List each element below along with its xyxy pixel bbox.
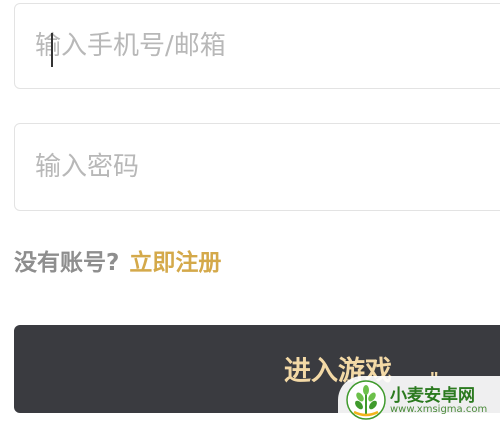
password-field[interactable] bbox=[14, 123, 500, 211]
site-watermark: 小麦安卓网 www.xmsigma.com bbox=[338, 376, 500, 424]
text-caret bbox=[51, 33, 53, 67]
wheat-logo-icon bbox=[346, 380, 386, 420]
watermark-title: 小麦安卓网 bbox=[390, 386, 475, 406]
signup-row: 没有账号? 立即注册 bbox=[14, 240, 221, 280]
password-input[interactable] bbox=[35, 124, 475, 210]
phone-email-input[interactable] bbox=[35, 4, 475, 88]
register-link[interactable]: 立即注册 bbox=[129, 243, 221, 277]
watermark-url: www.xmsigma.com bbox=[390, 404, 488, 415]
no-account-text: 没有账号? bbox=[14, 250, 120, 276]
phone-email-field[interactable] bbox=[14, 3, 500, 89]
